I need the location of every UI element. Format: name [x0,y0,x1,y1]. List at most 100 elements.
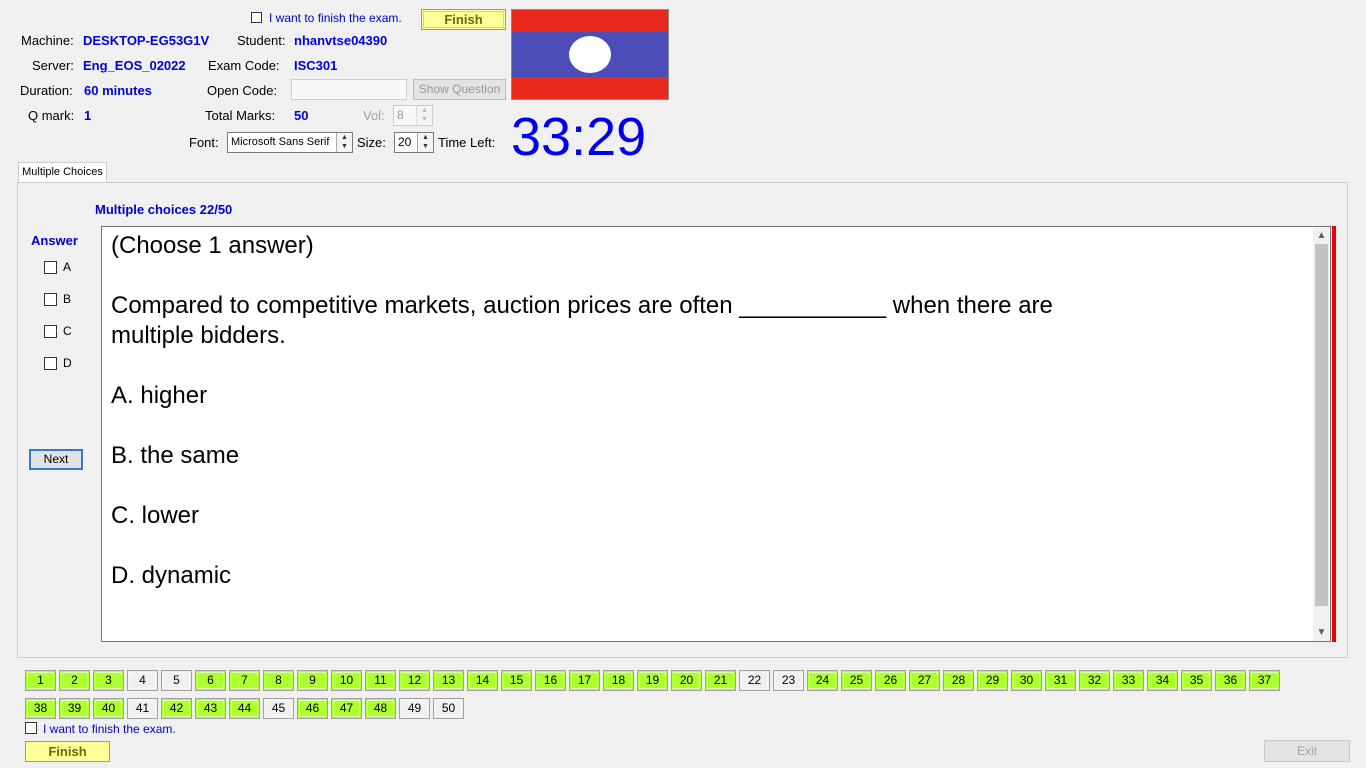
question-number-button[interactable]: 45 [263,698,294,719]
scroll-up-icon[interactable]: ▲ [1313,227,1330,244]
question-number-button[interactable]: 18 [603,670,634,691]
question-number-button[interactable]: 1 [25,670,56,691]
question-number-button[interactable]: 41 [127,698,158,719]
question-number-button[interactable]: 4 [127,670,158,691]
font-spin-arrows-icon[interactable]: ▲ ▼ [336,133,352,152]
question-number-button[interactable]: 34 [1147,670,1178,691]
question-scrollbar[interactable]: ▲ ▼ [1313,227,1330,641]
question-number-button[interactable]: 30 [1011,670,1042,691]
answer-c-checkbox[interactable] [44,325,57,339]
question-number-button[interactable]: 33 [1113,670,1144,691]
font-value: Microsoft Sans Serif [231,136,330,148]
question-number-button[interactable]: 6 [195,670,226,691]
size-value: 20 [398,135,412,149]
finish-button-top[interactable]: Finish [421,9,506,30]
question-number-button[interactable]: 36 [1215,670,1246,691]
answer-option-c[interactable]: C [44,324,72,339]
question-number-button[interactable]: 12 [399,670,430,691]
question-number-button[interactable]: 40 [93,698,124,719]
question-number-button[interactable]: 20 [671,670,702,691]
question-number-button[interactable]: 19 [637,670,668,691]
answer-a-checkbox[interactable] [44,261,57,275]
choice-b: B. the same [111,442,240,469]
tab-multiple-choices[interactable]: Multiple Choices [18,162,107,183]
question-number-button[interactable]: 39 [59,698,90,719]
question-number-button[interactable]: 9 [297,670,328,691]
question-number-button[interactable]: 21 [705,670,736,691]
question-number-button[interactable]: 5 [161,670,192,691]
question-number-button[interactable]: 50 [433,698,464,719]
question-number-button[interactable]: 26 [875,670,906,691]
answer-d-checkbox[interactable] [44,357,57,371]
flag-image [511,9,669,100]
exit-button[interactable]: Exit [1264,740,1350,762]
vol-spin-arrows-icon[interactable]: ▲ ▼ [416,106,432,125]
machine-label: Machine: [21,33,74,48]
question-number-button[interactable]: 42 [161,698,192,719]
question-number-button[interactable]: 22 [739,670,770,691]
answer-option-a[interactable]: A [44,260,72,275]
answer-d-label: D [63,356,72,370]
vol-stepper[interactable]: 8 ▲ ▼ [393,105,433,126]
question-number-button[interactable]: 11 [365,670,396,691]
answer-c-label: C [63,324,72,338]
question-number-button[interactable]: 7 [229,670,260,691]
question-number-button[interactable]: 46 [297,698,328,719]
question-number-button[interactable]: 49 [399,698,430,719]
question-number-button[interactable]: 27 [909,670,940,691]
question-number-button[interactable]: 32 [1079,670,1110,691]
open-code-label: Open Code: [207,83,278,98]
question-number-button[interactable]: 47 [331,698,362,719]
size-stepper[interactable]: 20 ▲ ▼ [394,132,434,153]
size-spin-arrows-icon[interactable]: ▲ ▼ [417,133,433,152]
question-number-button[interactable]: 17 [569,670,600,691]
finish-exam-checkbox-bottom[interactable] [25,722,37,734]
finish-button-bottom[interactable]: Finish [25,741,110,762]
finish-exam-label-bottom: I want to finish the exam. [43,722,176,736]
question-number-button[interactable]: 29 [977,670,1008,691]
question-number-button[interactable]: 2 [59,670,90,691]
question-number-button[interactable]: 16 [535,670,566,691]
question-number-button[interactable]: 38 [25,698,56,719]
duration-value: 60 minutes [84,83,152,98]
total-marks-value: 50 [294,108,309,123]
scroll-down-icon[interactable]: ▼ [1313,624,1330,641]
answer-option-d[interactable]: D [44,356,72,371]
finish-exam-label-top: I want to finish the exam. [269,11,402,25]
question-number-button[interactable]: 15 [501,670,532,691]
question-number-button[interactable]: 25 [841,670,872,691]
question-number-button[interactable]: 37 [1249,670,1280,691]
question-progress: Multiple choices 22/50 [95,202,233,217]
show-question-button[interactable]: Show Question [413,79,506,100]
question-number-button[interactable]: 3 [93,670,124,691]
question-number-button[interactable]: 48 [365,698,396,719]
answer-option-b[interactable]: B [44,292,71,307]
question-number-button[interactable]: 23 [773,670,804,691]
scroll-thumb[interactable] [1315,244,1328,606]
exam-code-value: ISC301 [294,58,338,73]
question-number-button[interactable]: 35 [1181,670,1212,691]
question-content-box[interactable]: (Choose 1 answer) Compared to competitiv… [101,226,1331,642]
question-number-button[interactable]: 14 [467,670,498,691]
question-number-button[interactable]: 43 [195,698,226,719]
question-number-button[interactable]: 31 [1045,670,1076,691]
choice-d: D. dynamic [111,562,232,589]
answer-b-checkbox[interactable] [44,293,57,307]
next-button[interactable]: Next [29,449,83,470]
question-number-button[interactable]: 24 [807,670,838,691]
duration-label: Duration: [20,83,73,98]
finish-exam-checkbox-top[interactable] [251,12,262,23]
answer-a-label: A [63,260,72,274]
size-label: Size: [357,135,386,150]
question-number-button[interactable]: 44 [229,698,260,719]
choice-a: A. higher [111,382,208,409]
student-label: Student: [237,33,286,48]
question-number-button[interactable]: 10 [331,670,362,691]
question-number-button[interactable]: 28 [943,670,974,691]
server-label: Server: [32,58,74,73]
question-number-button[interactable]: 8 [263,670,294,691]
time-left-label: Time Left: [438,135,496,150]
open-code-input[interactable] [291,79,407,100]
font-stepper[interactable]: Microsoft Sans Serif ▲ ▼ [227,132,353,153]
question-number-button[interactable]: 13 [433,670,464,691]
